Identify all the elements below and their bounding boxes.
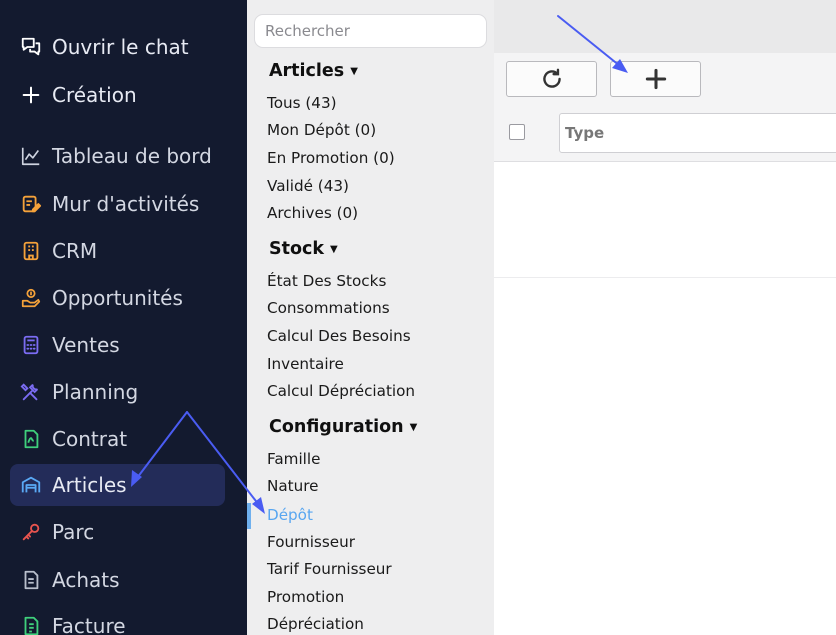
nav-label: Articles: [52, 473, 127, 497]
table-body: [494, 163, 836, 278]
nav-crm[interactable]: CRM: [10, 230, 225, 272]
nav-label: Tableau de bord: [52, 144, 212, 168]
section-title: Configuration: [269, 417, 404, 437]
main-sidebar: Ouvrir le chat Création Tableau de bord …: [0, 0, 247, 635]
nav-contract[interactable]: Contrat: [10, 418, 225, 460]
tools-icon: [19, 380, 43, 404]
menu-link-inventory[interactable]: Inventaire: [267, 355, 344, 373]
calculator-icon: [19, 333, 43, 357]
add-button[interactable]: [610, 61, 701, 97]
nav-dashboard[interactable]: Tableau de bord: [10, 135, 225, 177]
nav-label: Création: [52, 83, 137, 107]
menu-link-my-depot[interactable]: Mon Dépôt (0): [267, 121, 376, 139]
refresh-button[interactable]: [506, 61, 597, 97]
nav-activity-wall[interactable]: Mur d'activités: [10, 183, 225, 225]
key-icon: [19, 520, 43, 544]
type-filter-input[interactable]: [559, 113, 836, 153]
nav-create[interactable]: Création: [10, 74, 225, 116]
menu-link-supplier-rate[interactable]: Tarif Fournisseur: [267, 560, 392, 578]
section-articles-header[interactable]: Articles ▼: [269, 61, 358, 81]
menu-link-consumptions[interactable]: Consommations: [267, 299, 390, 317]
contract-document-icon: [19, 427, 43, 451]
section-title: Stock: [269, 239, 325, 259]
menu-link-stock-status[interactable]: État Des Stocks: [267, 272, 386, 290]
nav-sales[interactable]: Ventes: [10, 324, 225, 366]
building-icon: [19, 239, 43, 263]
nav-label: Ouvrir le chat: [52, 35, 189, 59]
menu-link-nature[interactable]: Nature: [267, 477, 319, 495]
invoice-icon: [19, 614, 43, 635]
menu-link-depot[interactable]: Dépôt: [267, 506, 313, 524]
menu-link-needs-calculation[interactable]: Calcul Des Besoins: [267, 327, 411, 345]
note-pencil-icon: [19, 192, 43, 216]
nav-planning[interactable]: Planning: [10, 371, 225, 413]
selected-indicator: [247, 503, 251, 529]
nav-label: Ventes: [52, 333, 120, 357]
nav-label: Parc: [52, 520, 95, 544]
nav-invoice[interactable]: Facture: [10, 605, 225, 635]
section-stock-header[interactable]: Stock ▼: [269, 239, 338, 259]
menu-link-all[interactable]: Tous (43): [267, 94, 337, 112]
nav-purchases[interactable]: Achats: [10, 559, 225, 601]
menu-link-validated[interactable]: Validé (43): [267, 177, 349, 195]
main-content: [494, 0, 836, 635]
nav-label: Mur d'activités: [52, 192, 200, 216]
section-configuration-header[interactable]: Configuration ▼: [269, 417, 417, 437]
nav-label: Planning: [52, 380, 139, 404]
nav-label: Contrat: [52, 427, 128, 451]
nav-articles[interactable]: Articles: [10, 464, 225, 506]
nav-label: Achats: [52, 568, 120, 592]
menu-link-depreciation-calculation[interactable]: Calcul Dépréciation: [267, 382, 415, 400]
menu-link-on-promotion[interactable]: En Promotion (0): [267, 149, 395, 167]
nav-label: Facture: [52, 614, 126, 635]
table-header: [494, 105, 836, 162]
caret-down-icon: ▼: [330, 243, 338, 255]
section-title: Articles: [269, 61, 345, 81]
warehouse-icon: [19, 473, 43, 497]
receipt-icon: [19, 568, 43, 592]
select-all-checkbox[interactable]: [509, 124, 525, 140]
nav-label: Opportunités: [52, 286, 183, 310]
plus-icon: [19, 83, 43, 107]
nav-parc[interactable]: Parc: [10, 511, 225, 553]
line-chart-icon: [19, 144, 43, 168]
plus-icon: [645, 68, 666, 90]
search-input[interactable]: [254, 14, 487, 48]
refresh-icon: [542, 68, 561, 88]
toolbar: [494, 53, 836, 105]
caret-down-icon: ▼: [350, 65, 358, 77]
nav-label: CRM: [52, 239, 98, 263]
menu-link-supplier[interactable]: Fournisseur: [267, 533, 355, 551]
hand-coin-icon: [19, 286, 43, 310]
nav-open-chat[interactable]: Ouvrir le chat: [10, 26, 225, 68]
menu-link-family[interactable]: Famille: [267, 450, 320, 468]
caret-down-icon: ▼: [409, 421, 418, 433]
menu-link-archives[interactable]: Archives (0): [267, 204, 358, 222]
top-bar: [494, 0, 836, 53]
menu-link-depreciation[interactable]: Dépréciation: [267, 615, 364, 633]
menu-link-promotion[interactable]: Promotion: [267, 588, 344, 606]
articles-menu: Articles ▼ Tous (43) Mon Dépôt (0) En Pr…: [247, 0, 494, 635]
chat-bubbles-icon: [19, 35, 43, 59]
nav-opportunities[interactable]: Opportunités: [10, 277, 225, 319]
